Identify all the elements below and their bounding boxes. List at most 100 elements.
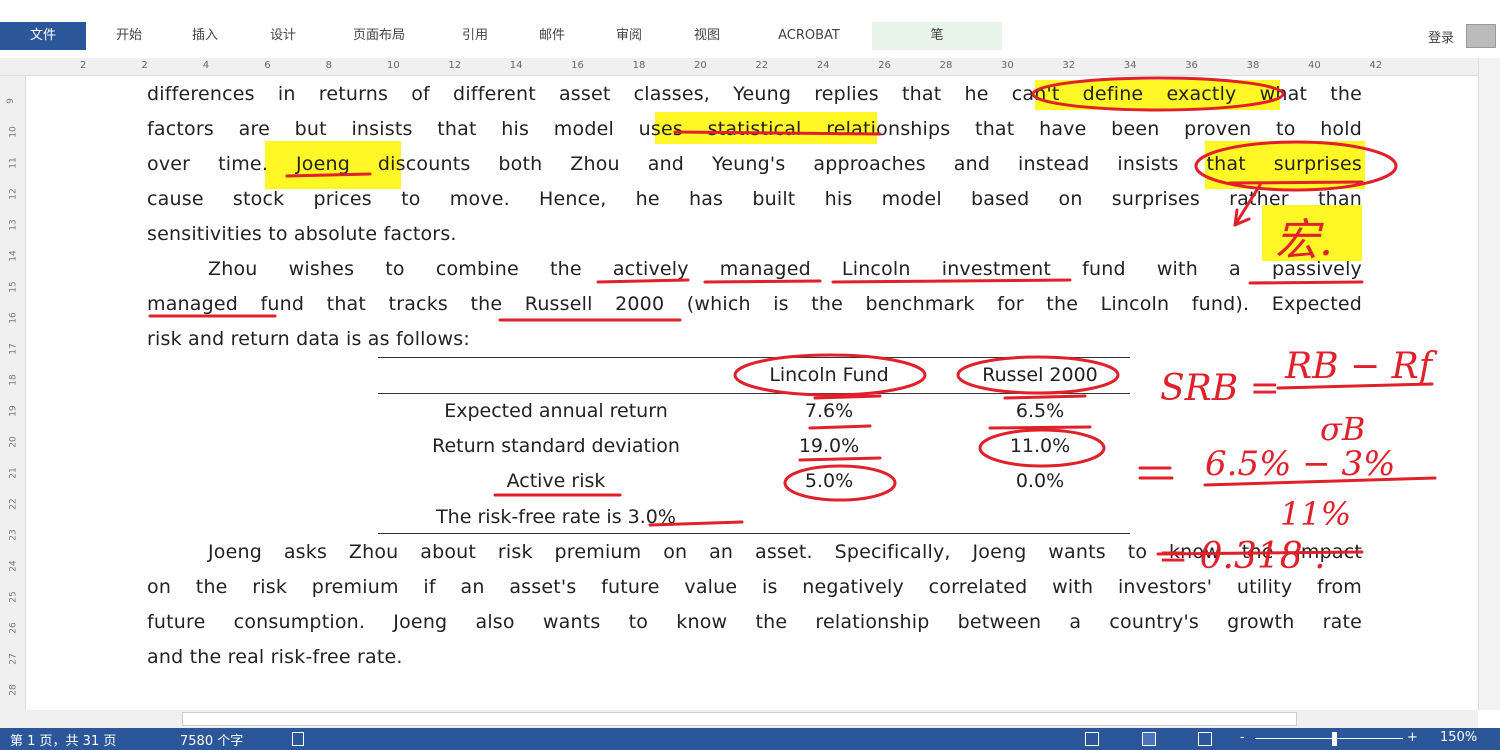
zoom-level[interactable]: 150% <box>1440 730 1477 745</box>
tab-file[interactable]: 文件 <box>0 22 86 50</box>
text-line: risk and return data is as follows: <box>147 328 470 350</box>
ruler-number: 42 <box>1369 60 1383 71</box>
text-line: Zhou wishes to combine the actively mana… <box>208 258 1362 280</box>
ruler-number: 10 <box>387 60 400 71</box>
formula-denominator: σB <box>1320 410 1365 448</box>
ruler-number: 23 <box>8 529 19 541</box>
ruler-number: 32 <box>1062 60 1076 71</box>
table-rule <box>378 357 1130 358</box>
row-value: 11.0% <box>1009 435 1071 457</box>
tab-design[interactable]: 设计 <box>254 22 312 50</box>
ruler-number: 40 <box>1308 60 1321 71</box>
vertical-ruler[interactable]: 9101112131415161718192021222324252627282… <box>0 76 26 727</box>
text-line: managed fund that tracks the Russell 200… <box>147 293 1362 315</box>
text-line: sensitivities to absolute factors. <box>147 223 457 245</box>
ruler-number: 15 <box>8 281 19 293</box>
tab-layout[interactable]: 页面布局 <box>336 22 422 50</box>
ruler-number: 30 <box>1001 60 1014 71</box>
ruler-number: 14 <box>509 60 523 71</box>
row-label: Expected annual return <box>444 400 668 422</box>
ruler-number: 34 <box>1123 60 1137 71</box>
proofing-icon[interactable] <box>292 732 304 746</box>
text-line: Joeng asks Zhou about risk premium on an… <box>208 541 1362 563</box>
ruler-number: 22 <box>755 60 769 71</box>
row-value: 19.0% <box>798 435 860 457</box>
vertical-scrollbar[interactable] <box>1478 58 1500 710</box>
text-line: future consumption. Joeng also wants to … <box>147 611 1362 633</box>
row-label: Active risk <box>506 470 606 492</box>
ribbon-tabs: 文件 开始 插入 设计 页面布局 引用 邮件 审阅 视图 ACROBAT 笔 <box>0 22 1500 50</box>
row-label: Return standard deviation <box>432 435 680 457</box>
row-value: 6.5% <box>1015 400 1065 422</box>
text-line: factors are but insists that his model u… <box>147 118 1362 140</box>
col-header: Russel 2000 <box>982 364 1098 386</box>
print-layout-icon[interactable] <box>1142 732 1156 746</box>
horizontal-scrollbar[interactable] <box>0 710 1478 728</box>
avatar[interactable] <box>1466 24 1496 48</box>
risk-free-note: The risk-free rate is 3.0% <box>436 506 676 528</box>
ruler-number: 26 <box>878 60 891 71</box>
ruler-number: 38 <box>1246 60 1260 71</box>
table-rule <box>378 533 1130 534</box>
equals-sign <box>1138 466 1174 480</box>
ruler-number: 13 <box>8 219 19 231</box>
login-link[interactable]: 登录 <box>1428 27 1454 46</box>
zoom-slider-thumb[interactable] <box>1332 732 1337 746</box>
ruler-number: 26 <box>8 622 19 634</box>
text-line: over time. Joeng discounts both Zhou and… <box>147 153 1362 175</box>
ruler-number: 2 <box>80 60 87 71</box>
text-line: cause stock prices to move. Hence, he ha… <box>147 188 1362 210</box>
ruler-number: 22 <box>8 498 19 510</box>
ruler-number: 12 <box>8 188 19 200</box>
ruler-number: 4 <box>202 60 210 71</box>
tab-mailings[interactable]: 邮件 <box>523 22 581 50</box>
tab-acrobat[interactable]: ACROBAT <box>760 22 858 50</box>
read-mode-icon[interactable] <box>1085 732 1099 746</box>
ruler-number: 19 <box>8 405 19 417</box>
ruler-number: 18 <box>632 60 646 71</box>
tab-home[interactable]: 开始 <box>100 22 158 50</box>
ruler-number: 25 <box>8 591 19 603</box>
zoom-out-button[interactable]: - <box>1240 730 1245 745</box>
page-count[interactable]: 第 1 页，共 31 页 <box>10 730 116 749</box>
word-count[interactable]: 7580 个字 <box>180 730 243 749</box>
ruler-number: 20 <box>694 60 707 71</box>
row-value: 0.0% <box>1015 470 1065 492</box>
zoom-slider[interactable] <box>1255 738 1403 739</box>
ruler-number: 16 <box>8 312 19 324</box>
tab-view[interactable]: 视图 <box>678 22 736 50</box>
ruler-number: 9 <box>5 98 16 104</box>
col-header: Lincoln Fund <box>769 364 889 386</box>
web-layout-icon[interactable] <box>1198 732 1212 746</box>
ruler-number: 17 <box>8 343 19 355</box>
ruler-number: 10 <box>8 126 19 138</box>
table-rule <box>378 393 1130 394</box>
text-line: and the real risk-free rate. <box>147 646 403 668</box>
row-value: 7.6% <box>804 400 854 422</box>
tab-insert[interactable]: 插入 <box>176 22 234 50</box>
tab-review[interactable]: 审阅 <box>600 22 658 50</box>
text-line: differences in returns of different asse… <box>147 83 1362 105</box>
ruler-number: 12 <box>448 60 462 71</box>
ruler-number: 8 <box>325 60 332 71</box>
ruler-number: 6 <box>264 60 271 71</box>
fraction-bar <box>1203 476 1437 487</box>
ruler-number: 28 <box>8 684 19 696</box>
ruler-number: 27 <box>8 653 19 665</box>
row-value: 5.0% <box>804 470 854 492</box>
zoom-in-button[interactable]: + <box>1407 730 1418 745</box>
ruler-number: 11 <box>8 157 19 169</box>
horizontal-ruler[interactable]: 2 2 4 6 8 10 12 14 16 18 20 22 24 26 28 30 32 34 36 38 40 42 <box>0 58 1478 76</box>
ruler-number: 36 <box>1185 60 1198 71</box>
ruler-number: 18 <box>8 374 19 386</box>
tab-pen[interactable]: 笔 <box>872 22 1002 50</box>
ruler-number: 14 <box>8 250 19 262</box>
scroll-thumb[interactable] <box>182 712 1297 726</box>
ruler-number: 28 <box>939 60 953 71</box>
step-denominator: 11% <box>1280 495 1351 533</box>
step-numerator: 6.5% − 3% <box>1205 444 1395 484</box>
tab-references[interactable]: 引用 <box>446 22 504 50</box>
formula-lhs: SRB = <box>1160 368 1280 409</box>
ruler-number: 24 <box>816 60 830 71</box>
fraction-bar <box>1276 382 1434 390</box>
